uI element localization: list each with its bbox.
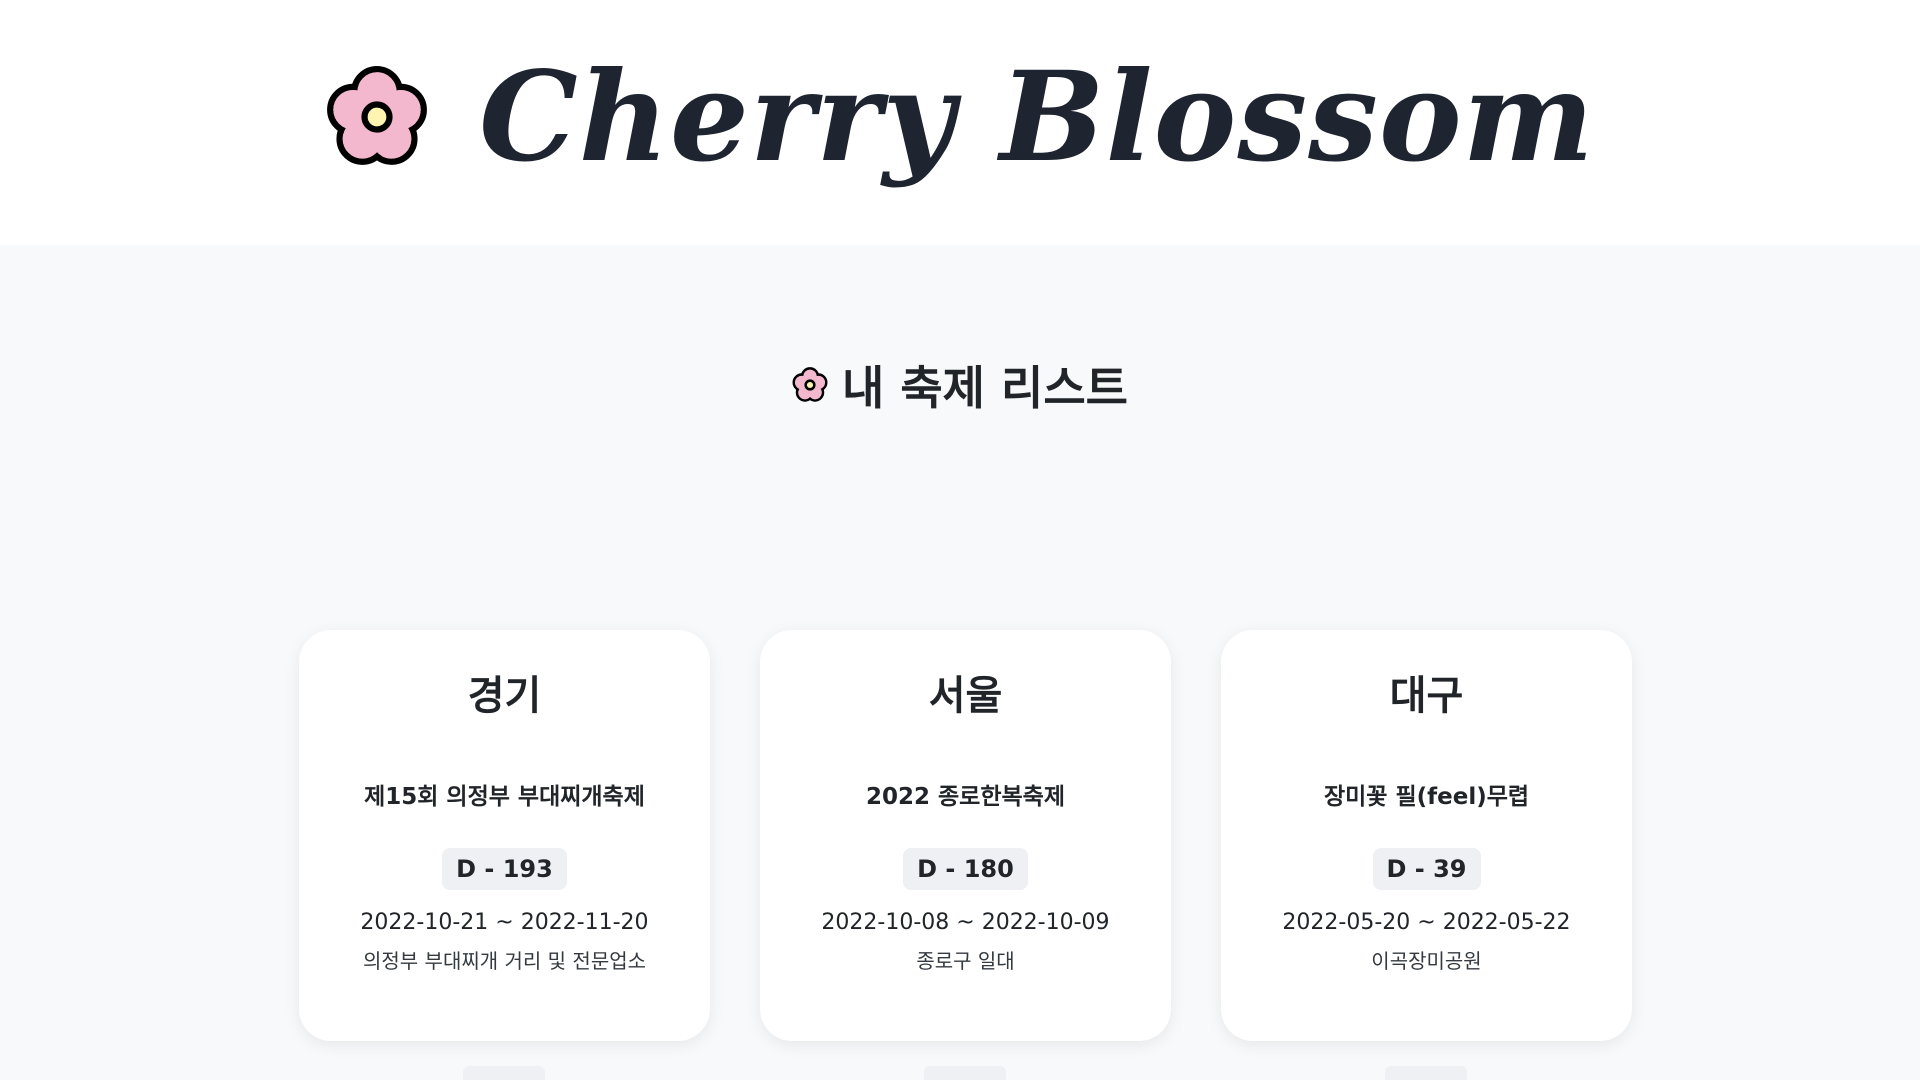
card-region: 서울 xyxy=(928,673,1003,719)
logo-text: Cherry Blossom xyxy=(479,44,1595,190)
card-stub xyxy=(463,1066,545,1080)
header: Cherry Blossom xyxy=(0,0,1920,245)
card-festival-name: 2022 종로한복축제 xyxy=(866,784,1065,810)
card-dates: 2022-10-08 ~ 2022-10-09 xyxy=(821,910,1110,936)
card-place: 이곡장미공원 xyxy=(1371,948,1482,973)
next-row-hint xyxy=(0,1066,1920,1080)
page-title: 내 축제 리스트 xyxy=(0,352,1920,418)
dday-badge: D - 39 xyxy=(1372,847,1481,891)
card-stub xyxy=(924,1066,1006,1080)
flower-icon xyxy=(327,65,428,165)
card-region: 대구 xyxy=(1389,673,1464,719)
page-title-text: 내 축제 리스트 xyxy=(842,361,1128,415)
card-festival-name: 장미꽃 필(feel)무렵 xyxy=(1323,784,1530,810)
card-stub xyxy=(1385,1066,1467,1080)
flower-icon xyxy=(792,367,828,402)
card-festival-name: 제15회 의정부 부대찌개축제 xyxy=(364,784,645,810)
logo-link[interactable]: Cherry Blossom xyxy=(0,0,1920,245)
card-dates: 2022-10-21 ~ 2022-11-20 xyxy=(360,910,649,936)
festival-card-list: 경기 제15회 의정부 부대찌개축제 D - 193 2022-10-21 ~ … xyxy=(299,630,1632,1041)
card-dates: 2022-05-20 ~ 2022-05-22 xyxy=(1282,910,1571,936)
festival-card[interactable]: 경기 제15회 의정부 부대찌개축제 D - 193 2022-10-21 ~ … xyxy=(299,630,710,1041)
card-region: 경기 xyxy=(467,673,542,719)
dday-badge: D - 180 xyxy=(903,847,1028,891)
festival-card[interactable]: 서울 2022 종로한복축제 D - 180 2022-10-08 ~ 2022… xyxy=(760,630,1171,1041)
festival-card[interactable]: 대구 장미꽃 필(feel)무렵 D - 39 2022-05-20 ~ 202… xyxy=(1221,630,1632,1041)
card-place: 의정부 부대찌개 거리 및 전문업소 xyxy=(362,948,647,973)
card-place: 종로구 일대 xyxy=(916,948,1015,973)
dday-badge: D - 193 xyxy=(442,847,567,891)
